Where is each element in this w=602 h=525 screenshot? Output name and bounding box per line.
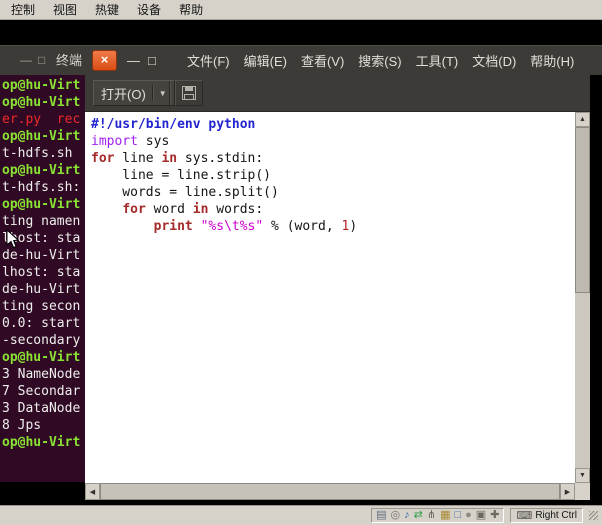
terminal-maximize-icon[interactable]: □ [38,46,45,75]
titlebar-strip: — □ 终端 × — □ 文件(F) 编辑(E) 查看(V) 搜索(S) 工具(T) 文档… [0,45,602,75]
right-arrow-icon: ▶ [564,488,571,496]
shared-folder-icon[interactable]: ▦ [440,509,450,522]
menu-item[interactable]: 文件(F) [180,51,237,70]
terminal-output: op@hu-Virt op@hu-Virt er.py rec op@hu-Virt t… [2,77,85,451]
code-line: line = line.strip() [91,168,272,183]
code-line: print "%s\t%s" % (word, 1) [153,219,358,234]
terminal-line: op@hu-Virt [2,163,81,178]
terminal-window[interactable]: op@hu-Virt op@hu-Virt er.py rec op@hu-Virt t… [0,75,85,482]
mouse-icon[interactable]: ✚ [490,509,499,522]
terminal-line: op@hu-Virt [2,350,81,365]
menu-item[interactable]: 工具(T) [409,51,466,70]
keyboard-icon: ⌨ [516,510,533,522]
terminal-line: 3 DataNode [2,401,81,416]
features-icon[interactable]: ▣ [476,509,486,522]
terminal-line: er.py rec [2,112,81,127]
terminal-line: op@hu-Virt [2,435,81,450]
scroll-right-button[interactable]: ▶ [560,483,575,500]
code-line: import sys [91,134,170,149]
code-line: for word in words: [122,202,264,217]
open-button[interactable]: 打开(O) ▼ [93,80,175,106]
terminal-minimize-icon[interactable]: — [20,46,32,75]
vm-statusbar: ▤ ◎ ♪ ⇄ ⋔ ▦ □ ● ▣ ✚ ⌨ Right Ctrl [0,505,602,525]
gedit-menubar: 文件(F) 编辑(E) 查看(V) 搜索(S) 工具(T) 文档(D) 帮助(H) [180,46,581,75]
chevron-down-icon: ▼ [158,88,167,98]
vm-menubar: 控制 视图 热键 设备 帮助 [0,0,602,20]
terminal-line: op@hu-Virt [2,78,81,93]
save-button[interactable] [175,80,203,106]
hard-disk-icon[interactable]: ▤ [376,509,386,522]
save-icon [182,86,196,100]
menu-item[interactable]: 编辑(E) [237,51,294,70]
terminal-line: 3 NameNode [2,367,81,382]
horizontal-scrollbar-thumb[interactable] [100,483,560,500]
maximize-button[interactable]: □ [148,46,156,75]
terminal-line: ting namen [2,214,81,229]
menu-item[interactable]: 搜索(S) [351,51,408,70]
statusbar-icons: ▤ ◎ ♪ ⇄ ⋔ ▦ □ ● ▣ ✚ [371,508,505,523]
vertical-scrollbar-thumb[interactable] [575,127,590,293]
host-key-indicator: ⌨ Right Ctrl [510,508,583,523]
vm-menu-item[interactable]: 设备 [128,0,170,19]
terminal-line: de-hu-Virt [2,248,81,263]
optical-disk-icon[interactable]: ◎ [391,509,401,522]
terminal-line: ting secon [2,299,81,314]
recording-icon[interactable]: ● [465,509,472,522]
down-arrow-icon: ▼ [579,472,586,479]
toolbar-separator [169,81,170,105]
scroll-down-button[interactable]: ▼ [575,468,590,483]
terminal-line: t-hdfs.sh [2,146,73,161]
gedit-toolbar: 打开(O) ▼ [85,75,590,112]
minimize-button[interactable]: — [127,46,140,75]
resize-grip[interactable] [589,511,598,520]
vm-menu-item[interactable]: 控制 [2,0,44,19]
scrollbar-corner [575,483,590,500]
terminal-line: de-hu-Virt [2,282,81,297]
mouse-cursor [6,229,20,249]
left-arrow-icon: ◀ [89,488,96,496]
close-icon: × [100,52,109,67]
terminal-line: -secondary [2,333,81,348]
scroll-left-button[interactable]: ◀ [85,483,100,500]
menu-item[interactable]: 帮助(H) [523,51,581,70]
terminal-line: op@hu-Virt [2,197,81,212]
usb-icon[interactable]: ⋔ [427,509,436,522]
code-line: words = line.split() [91,185,279,200]
terminal-line: op@hu-Virt [2,129,81,144]
terminal-line: 8 Jps [2,418,42,433]
terminal-title: 终端 [56,53,83,68]
network-icon[interactable]: ⇄ [414,509,423,522]
horizontal-scrollbar[interactable]: ◀ ▶ [85,483,575,500]
host-key-label: Right Ctrl [535,510,577,521]
code-line: for line in sys.stdin: [91,151,264,166]
menu-item[interactable]: 查看(V) [294,51,351,70]
code-line: #!/usr/bin/env python [91,117,256,132]
menu-item[interactable]: 文档(D) [465,51,523,70]
editor-code: #!/usr/bin/env python import sys for line … [85,112,575,235]
close-button[interactable]: × [92,50,117,71]
open-button-divider [151,85,153,101]
terminal-line: op@hu-Virt [2,95,81,110]
open-button-label: 打开(O) [101,86,146,102]
scroll-up-button[interactable]: ▲ [575,112,590,127]
vertical-scrollbar[interactable]: ▲ ▼ [575,112,590,483]
vm-menu-item[interactable]: 视图 [44,0,86,19]
terminal-line: lhost: sta [2,265,81,280]
vm-menu-item[interactable]: 热键 [86,0,128,19]
terminal-line: 7 Secondar [2,384,81,399]
terminal-line: 0.0: start [2,316,81,331]
up-arrow-icon: ▲ [579,116,586,123]
display-icon[interactable]: □ [454,509,461,522]
editor-text-area[interactable]: #!/usr/bin/env python import sys for line … [85,112,575,483]
terminal-line: t-hdfs.sh: [2,180,81,195]
vm-menu-item[interactable]: 帮助 [170,0,212,19]
audio-icon[interactable]: ♪ [404,509,410,522]
